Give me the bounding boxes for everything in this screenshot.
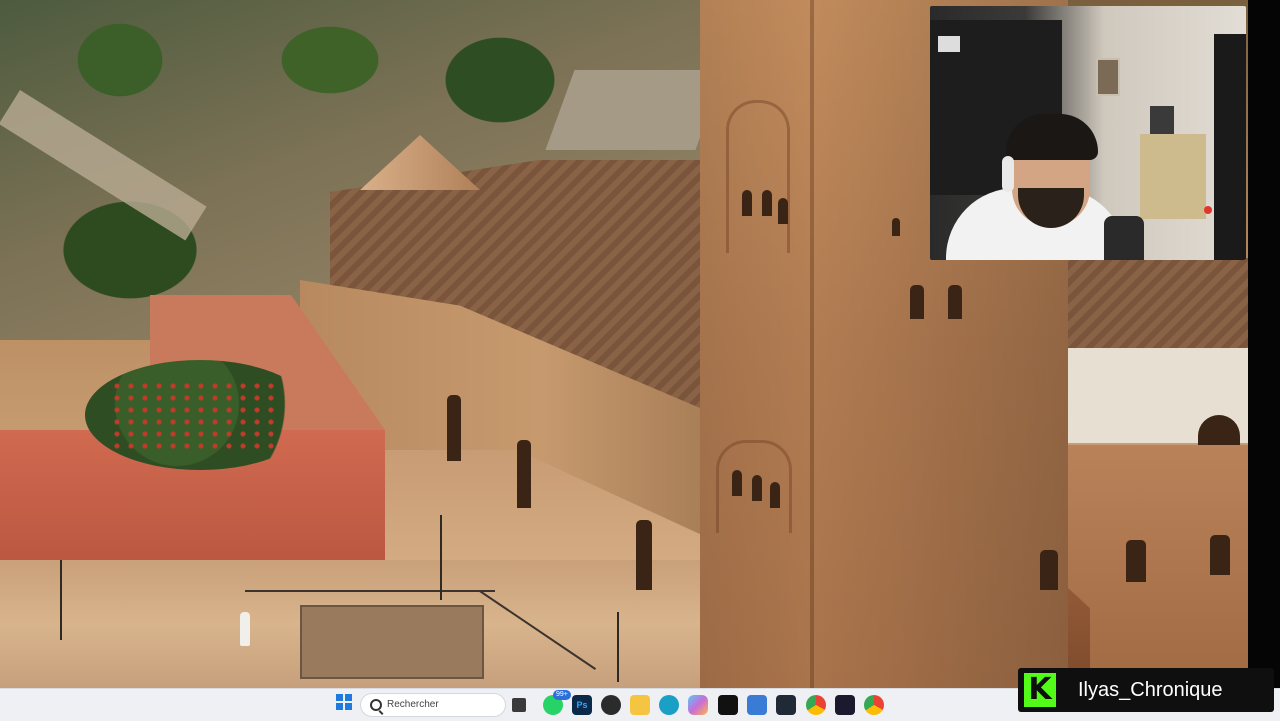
- edge-icon[interactable]: [659, 695, 679, 715]
- minaret-window: [732, 470, 742, 496]
- minaret-window: [892, 218, 900, 236]
- video-frame: [0, 0, 1248, 688]
- arch-opening: [1040, 550, 1058, 590]
- street-lamp: [617, 612, 619, 682]
- fence: [245, 590, 495, 592]
- video-side-bar: [1248, 0, 1280, 688]
- minaret-arch-frame: [726, 100, 790, 253]
- davinci-resolve-icon[interactable]: [776, 695, 796, 715]
- minaret-window: [752, 475, 762, 501]
- webcam-cabinet: [1140, 134, 1206, 219]
- chrome-2-icon[interactable]: [864, 695, 884, 715]
- pedestrian: [240, 612, 250, 646]
- minaret-corner: [810, 0, 814, 688]
- street-lamp: [60, 560, 62, 640]
- kick-icon: K: [1024, 673, 1056, 707]
- microphone-icon: [1104, 216, 1144, 260]
- minaret-window: [948, 285, 962, 319]
- streamer-hair: [1006, 114, 1098, 160]
- windows-start-icon[interactable]: [336, 694, 352, 710]
- file-explorer-icon[interactable]: [630, 695, 650, 715]
- search-placeholder: Rechercher: [387, 699, 439, 710]
- photoshop-icon[interactable]: Ps: [572, 695, 592, 715]
- snipping-tool-icon[interactable]: [747, 695, 767, 715]
- webcam-shelf-item: [938, 36, 960, 52]
- right-roof: [1064, 258, 1248, 348]
- mosque-door: [447, 395, 461, 461]
- minaret-window: [762, 190, 772, 216]
- chrome-icon[interactable]: [806, 695, 826, 715]
- webcam-overlay: [930, 6, 1246, 260]
- arch-opening: [1210, 535, 1230, 575]
- road: [545, 70, 725, 150]
- search-box[interactable]: Rechercher: [360, 693, 506, 717]
- webcam-red-light: [1204, 206, 1212, 214]
- minaret-window: [778, 198, 788, 224]
- premiere-icon[interactable]: [835, 695, 855, 715]
- streamer-banner: K Ilyas_Chronique: [1018, 668, 1274, 712]
- copilot-icon[interactable]: [688, 695, 708, 715]
- minaret-window: [770, 482, 780, 508]
- capcut-icon[interactable]: [718, 695, 738, 715]
- whatsapp-badge: 99+: [553, 690, 571, 700]
- task-view-icon[interactable]: [512, 698, 526, 712]
- webcam-wall-frame: [1096, 58, 1120, 96]
- street-lamp: [440, 515, 442, 600]
- flower-blossoms: [110, 380, 280, 450]
- excavation-pit: [300, 605, 484, 679]
- mosque-door: [636, 520, 652, 590]
- search-icon: [370, 699, 382, 711]
- mosque-door: [517, 440, 531, 508]
- obs-icon[interactable]: [601, 695, 621, 715]
- webcam-picture: [1150, 106, 1174, 134]
- webcam-door: [1214, 34, 1246, 260]
- arch-opening: [1126, 540, 1146, 582]
- minaret-window: [910, 285, 924, 319]
- headset-icon: [1002, 156, 1014, 192]
- minaret-window: [742, 190, 752, 216]
- streamer-username: Ilyas_Chronique: [1078, 679, 1223, 701]
